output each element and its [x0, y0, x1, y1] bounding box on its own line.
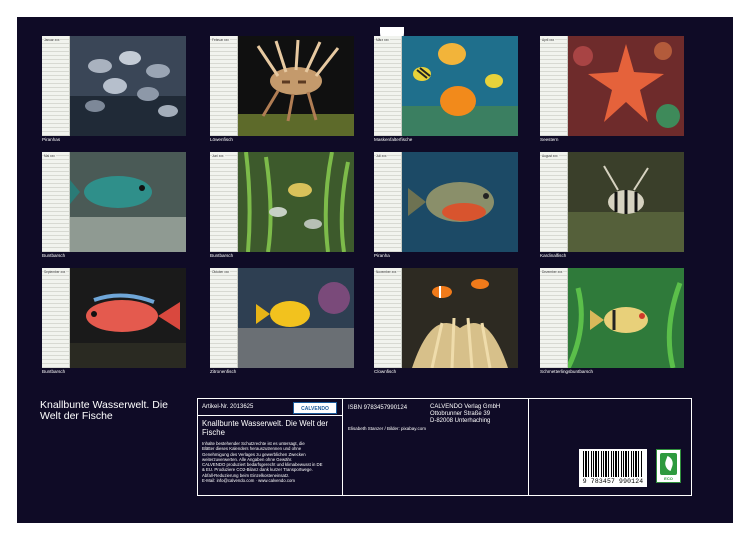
month-thumbnail: Mai xxx	[42, 152, 186, 252]
month-thumbnail: September xxx	[42, 268, 186, 368]
month-tile-april[interactable]: April xxx Seestern	[540, 36, 684, 146]
month-calendar-strip: November xxx	[374, 268, 402, 368]
image-credits: Elisabeth Stanzer / Bilder: pixabay.com	[348, 426, 426, 431]
article-number: Artikel-Nr. 2013625	[202, 404, 254, 410]
month-thumbnail: Januar xxx	[42, 36, 186, 136]
month-thumbnail: Februar xxx	[210, 36, 354, 136]
photo-ram-cichlid	[568, 268, 684, 368]
month-caption: Clownfisch	[374, 369, 397, 374]
month-calendar-strip: Juli xxx	[374, 152, 402, 252]
photo-cardinalfish	[568, 152, 684, 252]
month-calendar-strip: Juni xxx	[210, 152, 238, 252]
photo-cichlid-plants	[238, 152, 354, 252]
month-thumbnail: November xxx	[374, 268, 518, 368]
legal-line: E-Mail: info@calvendo.com · www.calvendo…	[202, 478, 295, 484]
month-caption: Zitronenfisch	[210, 369, 237, 374]
legal-notice: Inhalte bestehender Schutzrechte ist es …	[202, 441, 340, 483]
month-calendar-strip: Oktober xxx	[210, 268, 238, 368]
month-tile-march[interactable]: März xxx Maskenfalterfische	[374, 36, 518, 146]
month-calendar-strip: Januar xxx	[42, 36, 70, 136]
month-caption: Piranha	[374, 253, 390, 258]
month-thumbnail: Dezember xxx	[540, 268, 684, 368]
month-calendar-strip: Mai xxx	[42, 152, 70, 252]
month-calendar-strip: Februar xxx	[210, 36, 238, 136]
month-caption: Buntbarsch	[42, 253, 66, 258]
publisher-address: CALVENDO Verlag GmbH Ottobrunner Straße …	[430, 404, 500, 425]
month-overview-grid: Januar xxx Piranhas Februar xxx Löwenfis…	[42, 36, 694, 386]
month-label: Dezember xxx	[542, 270, 564, 274]
month-thumbnail: Juni xxx	[210, 152, 354, 252]
isbn: ISBN 9783457990124	[348, 405, 408, 411]
photo-piranhas	[70, 36, 186, 136]
photo-lemonfish	[238, 268, 354, 368]
month-tile-september[interactable]: September xxx Buntbarsch	[42, 268, 186, 378]
photo-starfish	[568, 36, 684, 136]
month-caption: Piranhas	[42, 137, 61, 142]
month-calendar-strip: März xxx	[374, 36, 402, 136]
month-label: Februar xxx	[212, 38, 230, 42]
isbn-barcode: 9 783457 990124	[579, 449, 647, 487]
month-tile-august[interactable]: August xxx Kardinalfisch	[540, 152, 684, 262]
eco-label: ECO	[664, 476, 673, 481]
month-thumbnail: März xxx	[374, 36, 518, 136]
calendar-title: Knallbunte Wasserwelt. Die Welt der Fisc…	[40, 399, 168, 422]
photo-cichlid-red	[70, 268, 186, 368]
month-label: Januar xxx	[44, 38, 61, 42]
month-label: Oktober xxx	[212, 270, 231, 274]
month-caption: Löwenfisch	[210, 137, 233, 142]
barcode-bars	[583, 451, 643, 477]
photo-cichlid-blue	[70, 152, 186, 252]
product-title: Knallbunte Wasserwelt. Die Welt der Fisc…	[202, 419, 329, 437]
month-caption: Maskenfalterfische	[374, 137, 413, 142]
month-calendar-strip: Dezember xxx	[540, 268, 568, 368]
month-caption: Kardinalfisch	[540, 253, 567, 258]
publisher-line: Ottobrunner Straße 39	[430, 411, 491, 417]
barcode-digits: 9 783457 990124	[582, 478, 644, 485]
month-caption: Schmetterlingsbuntbarsch	[540, 369, 594, 374]
photo-piranha	[402, 152, 518, 252]
month-tile-may[interactable]: Mai xxx Buntbarsch	[42, 152, 186, 262]
month-label: August xxx	[542, 154, 559, 158]
month-thumbnail: Oktober xxx	[210, 268, 354, 368]
publisher-line: D-82008 Unterhaching	[430, 418, 491, 424]
leaf-icon	[660, 453, 677, 475]
photo-lionfish	[238, 36, 354, 136]
month-tile-november[interactable]: November xxx Clownfisch	[374, 268, 518, 378]
month-caption: Buntbarsch	[210, 253, 234, 258]
month-calendar-strip: August xxx	[540, 152, 568, 252]
photo-clownfish	[402, 268, 518, 368]
month-calendar-strip: April xxx	[540, 36, 568, 136]
month-label: März xxx	[376, 38, 390, 42]
month-tile-june[interactable]: Juni xxx Buntbarsch	[210, 152, 354, 262]
month-tile-july[interactable]: Juli xxx Piranha	[374, 152, 518, 262]
month-thumbnail: April xxx	[540, 36, 684, 136]
month-label: Juli xxx	[376, 154, 388, 158]
month-caption: Seestern	[540, 137, 559, 142]
calvendo-logo: CALVENDO	[293, 402, 337, 414]
month-tile-october[interactable]: Oktober xxx Zitronenfisch	[210, 268, 354, 378]
month-tile-december[interactable]: Dezember xxx Schmetterlingsbuntbarsch	[540, 268, 684, 378]
month-label: November xxx	[376, 270, 398, 274]
info-divider	[198, 415, 342, 416]
month-label: Mai xxx	[44, 154, 56, 158]
info-divider	[342, 399, 343, 495]
photo-butterflyfish	[402, 36, 518, 136]
month-calendar-strip: September xxx	[42, 268, 70, 368]
month-caption: Buntbarsch	[42, 369, 66, 374]
month-tile-january[interactable]: Januar xxx Piranhas	[42, 36, 186, 146]
month-tile-february[interactable]: Februar xxx Löwenfisch	[210, 36, 354, 146]
month-thumbnail: August xxx	[540, 152, 684, 252]
month-label: September xxx	[44, 270, 67, 274]
month-label: April xxx	[542, 38, 556, 42]
info-divider	[528, 399, 529, 495]
eco-badge: ECO	[656, 449, 681, 483]
month-label: Juni xxx	[212, 154, 225, 158]
month-thumbnail: Juli xxx	[374, 152, 518, 252]
publisher-line: CALVENDO Verlag GmbH	[430, 404, 501, 410]
